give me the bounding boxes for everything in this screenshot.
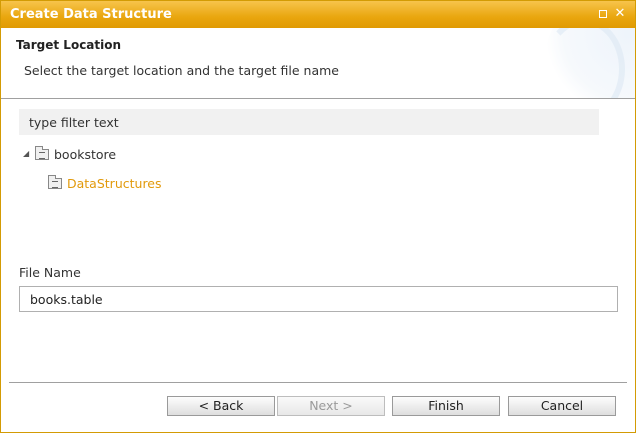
page-description: Select the target location and the targe… [24,63,339,78]
filter-box [19,109,599,135]
back-button[interactable]: < Back [167,396,275,416]
window-title: Create Data Structure [10,7,172,22]
header-banner-arc [543,28,625,98]
folder-icon [48,174,62,189]
close-icon[interactable]: ✕ [614,7,626,20]
create-data-structure-dialog: Create Data Structure ✕ Target Location … [0,0,636,433]
wizard-header: Target Location Select the target locati… [1,28,635,99]
tree-item-label: bookstore [54,146,117,162]
tree-item-label: DataStructures [67,175,162,191]
maximize-icon[interactable] [597,8,609,20]
next-button: Next > [277,396,385,416]
folder-icon [35,145,49,160]
expand-arrow-icon[interactable]: ◢ [23,150,31,158]
button-bar-separator [9,382,627,383]
file-name-label: File Name [19,265,81,280]
cancel-button[interactable]: Cancel [508,396,616,416]
tree-item-datastructures[interactable]: DataStructures [44,174,162,192]
title-bar[interactable]: Create Data Structure ✕ [1,1,635,28]
finish-button[interactable]: Finish [392,396,500,416]
file-name-input[interactable] [19,286,618,312]
tree-item-bookstore[interactable]: ◢ bookstore [23,145,116,163]
page-title: Target Location [16,38,122,52]
filter-input[interactable] [19,109,599,135]
